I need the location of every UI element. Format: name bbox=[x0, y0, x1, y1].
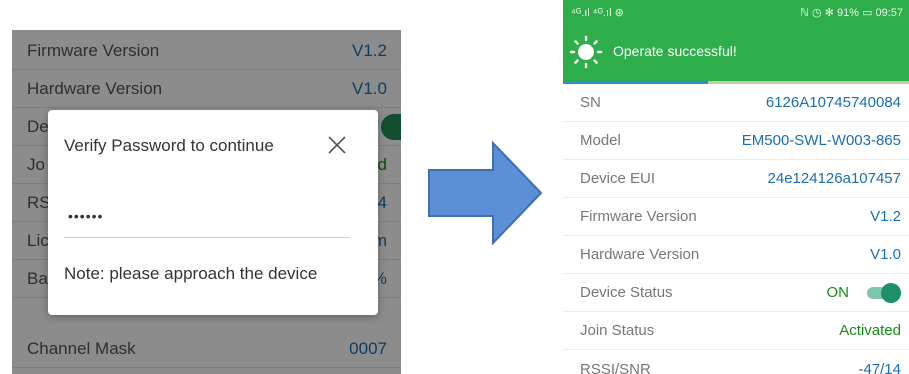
firmware-version-row: Firmware Version V1.2 bbox=[563, 198, 909, 236]
dialog-title: Verify Password to continue bbox=[64, 136, 274, 155]
row-value: Activated bbox=[839, 322, 901, 339]
status-bar: ⁴ᴳ.ıl ⁴ᴳ.ıl ⊛ ℕ ◷ ✻ 91% ▭ 09:57 bbox=[563, 0, 909, 24]
row-value: 6126A10745740084 bbox=[765, 94, 901, 111]
password-input[interactable]: •••••• bbox=[64, 202, 350, 238]
row-value: V1.0 bbox=[870, 246, 901, 263]
row-value: 24e124126a107457 bbox=[767, 170, 901, 187]
row-label: RSSI/SNR bbox=[580, 360, 651, 374]
row-value: V1.2 bbox=[870, 208, 901, 225]
row-label: Firmware Version bbox=[580, 208, 697, 225]
row-label: Device EUI bbox=[580, 170, 656, 187]
rssi-snr-row: RSSI/SNR -47/14 bbox=[563, 350, 909, 374]
device-eui-row: Device EUI 24e124126a107457 bbox=[563, 160, 909, 198]
join-status-row: Join Status Activated bbox=[563, 312, 909, 350]
device-status-toggle[interactable] bbox=[865, 282, 901, 303]
success-header: ⁴ᴳ.ıl ⁴ᴳ.ıl ⊛ ℕ ◷ ✻ 91% ▭ 09:57 Operate … bbox=[563, 0, 909, 84]
row-label: Hardware Version bbox=[580, 246, 700, 263]
password-value: •••••• bbox=[68, 208, 104, 224]
row-label: Join Status bbox=[580, 322, 655, 339]
model-row: Model EM500-SWL-W003-865 bbox=[563, 122, 909, 160]
hardware-version-row: Hardware Version V1.0 bbox=[563, 236, 909, 274]
verify-password-dialog: Verify Password to continue •••••• Note:… bbox=[48, 110, 378, 315]
system-status: ℕ ◷ ✻ 91% ▭ 09:57 bbox=[800, 6, 903, 19]
row-label: Model bbox=[580, 132, 621, 149]
dialog-note: Note: please approach the device bbox=[64, 264, 318, 283]
left-device-screen: Firmware Version V1.2 Hardware Version V… bbox=[12, 30, 401, 374]
row-value: EM500-SWL-W003-865 bbox=[741, 132, 901, 149]
device-status-value: ON bbox=[826, 284, 850, 301]
right-arrow-icon bbox=[428, 140, 543, 246]
toggle-knob bbox=[881, 282, 901, 303]
toast-message: Operate successful! bbox=[613, 43, 737, 59]
signal-icons: ⁴ᴳ.ıl ⁴ᴳ.ıl ⊛ bbox=[571, 6, 624, 19]
sun-icon bbox=[569, 35, 603, 69]
device-status-row: Device Status ON bbox=[563, 274, 909, 312]
sn-row: SN 6126A10745740084 bbox=[563, 84, 909, 122]
right-device-screen: ⁴ᴳ.ıl ⁴ᴳ.ıl ⊛ ℕ ◷ ✻ 91% ▭ 09:57 Operate … bbox=[563, 0, 909, 374]
row-value: -47/14 bbox=[858, 360, 901, 374]
row-label: SN bbox=[580, 94, 601, 111]
row-label: Device Status bbox=[580, 284, 673, 301]
close-icon[interactable] bbox=[326, 134, 348, 156]
